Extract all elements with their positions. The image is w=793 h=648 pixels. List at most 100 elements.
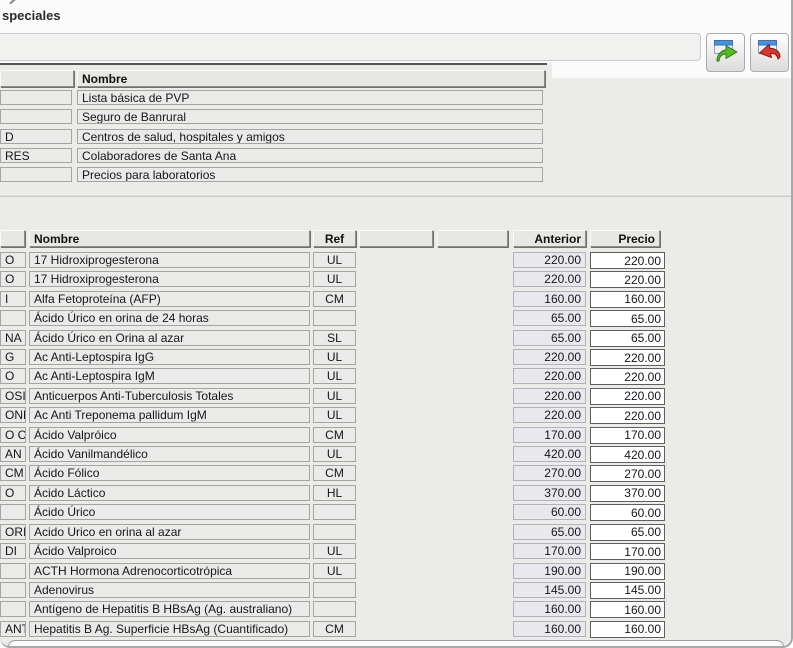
lists-header-nombre[interactable]: Nombre (77, 70, 545, 87)
item-code-cell[interactable]: DI (0, 543, 26, 559)
item-code-cell[interactable]: O (0, 368, 26, 384)
item-precio-input[interactable] (590, 524, 665, 541)
item-precio-input[interactable] (590, 485, 665, 502)
item-nombre-cell[interactable]: Anticuerpos Anti-Tuberculosis Totales (29, 388, 310, 404)
item-nombre-cell[interactable]: Acido Urico en orina al azar (29, 524, 310, 540)
item-row[interactable]: ACTH Hormona AdrenocorticotrópicaUL190.0… (0, 563, 793, 580)
item-code-cell[interactable] (0, 310, 26, 326)
item-precio-input[interactable] (590, 388, 665, 405)
price-list-code-cell[interactable] (0, 109, 72, 124)
item-ref-cell[interactable]: CM (313, 465, 356, 481)
item-precio-input[interactable] (590, 621, 665, 638)
item-nombre-cell[interactable]: Ácido Vanilmandélico (29, 446, 310, 462)
item-nombre-cell[interactable]: Adenovirus (29, 582, 310, 598)
item-code-cell[interactable]: NA (0, 330, 26, 346)
item-nombre-cell[interactable]: Ácido Valpróico (29, 427, 310, 443)
price-list-nombre-cell[interactable]: Lista básica de PVP (77, 90, 543, 105)
item-row[interactable]: Ácido Úrico en orina de 24 horas65.00 (0, 310, 793, 327)
price-list-code-cell[interactable]: RES (0, 148, 72, 163)
item-code-cell[interactable]: ONE (0, 407, 26, 423)
items-header-anterior[interactable]: Anterior (513, 230, 586, 247)
item-row[interactable]: ANTHepatitis B Ag. Superficie HBsAg (Cua… (0, 621, 793, 638)
item-ref-cell[interactable]: UL (313, 543, 356, 559)
item-ref-cell[interactable] (313, 310, 356, 326)
item-precio-input[interactable] (590, 543, 665, 560)
item-nombre-cell[interactable]: Ácido Úrico en orina de 24 horas (29, 310, 310, 326)
item-code-cell[interactable]: O (0, 271, 26, 287)
item-row[interactable]: ANÁcido VanilmandélicoUL420.00 (0, 446, 793, 463)
item-code-cell[interactable]: ANT (0, 621, 26, 637)
item-code-cell[interactable]: O (0, 252, 26, 268)
item-nombre-cell[interactable]: Ácido Fólico (29, 465, 310, 481)
item-row[interactable]: Antígeno de Hepatitis B HBsAg (Ag. austr… (0, 601, 793, 618)
item-code-cell[interactable]: ORI (0, 524, 26, 540)
item-row[interactable]: Adenovirus145.00 (0, 582, 793, 599)
item-precio-input[interactable] (590, 368, 665, 385)
price-list-code-cell[interactable] (0, 90, 72, 105)
item-ref-cell[interactable]: UL (313, 349, 356, 365)
item-nombre-cell[interactable]: Ácido Valproico (29, 543, 310, 559)
item-precio-input[interactable] (590, 271, 665, 288)
items-header-blank-1[interactable] (359, 230, 433, 247)
item-nombre-cell[interactable]: ACTH Hormona Adrenocorticotrópica (29, 563, 310, 579)
price-list-code-cell[interactable]: D (0, 129, 72, 144)
item-precio-input[interactable] (590, 504, 665, 521)
item-code-cell[interactable]: AN (0, 446, 26, 462)
item-row[interactable]: O17 HidroxiprogesteronaUL220.00 (0, 271, 793, 288)
export-button[interactable] (706, 33, 745, 72)
item-nombre-cell[interactable]: Ac Anti Treponema pallidum IgM (29, 407, 310, 423)
price-list-code-cell[interactable] (0, 167, 72, 182)
item-nombre-cell[interactable]: Ac Anti-Leptospira IgM (29, 368, 310, 384)
item-ref-cell[interactable]: UL (313, 446, 356, 462)
item-code-cell[interactable] (0, 563, 26, 579)
items-header-ref[interactable]: Ref (313, 230, 356, 247)
item-nombre-cell[interactable]: 17 Hidroxiprogesterona (29, 252, 310, 268)
item-nombre-cell[interactable]: Ácido Úrico en Orina al azar (29, 330, 310, 346)
price-list-row[interactable]: Seguro de Banrural (0, 109, 546, 124)
item-ref-cell[interactable] (313, 504, 356, 520)
price-list-nombre-cell[interactable]: Precios para laboratorios (77, 167, 543, 182)
price-list-row[interactable]: Lista básica de PVP (0, 90, 546, 105)
item-code-cell[interactable]: I (0, 291, 26, 307)
price-list-row[interactable]: Precios para laboratorios (0, 167, 546, 182)
item-nombre-cell[interactable]: Antígeno de Hepatitis B HBsAg (Ag. austr… (29, 601, 310, 617)
item-row[interactable]: OSISAnticuerpos Anti-Tuberculosis Totale… (0, 388, 793, 405)
item-ref-cell[interactable]: UL (313, 407, 356, 423)
item-ref-cell[interactable]: UL (313, 388, 356, 404)
item-precio-input[interactable] (590, 563, 665, 580)
price-list-row[interactable]: RESColaboradores de Santa Ana (0, 148, 546, 163)
item-nombre-cell[interactable]: Ac Anti-Leptospira IgG (29, 349, 310, 365)
item-precio-input[interactable] (590, 407, 665, 424)
item-code-cell[interactable]: OSIS (0, 388, 26, 404)
item-nombre-cell[interactable]: Alfa Fetoproteína (AFP) (29, 291, 310, 307)
item-ref-cell[interactable]: CM (313, 427, 356, 443)
item-code-cell[interactable] (0, 582, 26, 598)
item-ref-cell[interactable]: UL (313, 368, 356, 384)
item-precio-input[interactable] (590, 446, 665, 463)
price-list-nombre-cell[interactable]: Seguro de Banrural (77, 109, 543, 124)
item-code-cell[interactable]: O (0, 485, 26, 501)
item-precio-input[interactable] (590, 427, 665, 444)
item-ref-cell[interactable]: UL (313, 563, 356, 579)
lists-header-code[interactable] (0, 70, 74, 87)
item-ref-cell[interactable] (313, 582, 356, 598)
item-row[interactable]: O CMÁcido ValpróicoCM170.00 (0, 427, 793, 444)
items-header-precio[interactable]: Precio (590, 230, 660, 247)
item-ref-cell[interactable]: CM (313, 621, 356, 637)
item-row[interactable]: ONEAc Anti Treponema pallidum IgMUL220.0… (0, 407, 793, 424)
items-header-blank-2[interactable] (437, 230, 508, 247)
item-precio-input[interactable] (590, 291, 665, 308)
item-ref-cell[interactable]: UL (313, 252, 356, 268)
item-precio-input[interactable] (590, 465, 665, 482)
item-precio-input[interactable] (590, 349, 665, 366)
item-ref-cell[interactable]: UL (313, 271, 356, 287)
item-code-cell[interactable]: CM (0, 465, 26, 481)
item-ref-cell[interactable] (313, 524, 356, 540)
items-header-nombre[interactable]: Nombre (29, 230, 310, 247)
item-ref-cell[interactable]: CM (313, 291, 356, 307)
item-code-cell[interactable]: G (0, 349, 26, 365)
item-ref-cell[interactable] (313, 601, 356, 617)
item-code-cell[interactable] (0, 504, 26, 520)
item-row[interactable]: O17 HidroxiprogesteronaUL220.00 (0, 252, 793, 269)
item-precio-input[interactable] (590, 252, 665, 269)
